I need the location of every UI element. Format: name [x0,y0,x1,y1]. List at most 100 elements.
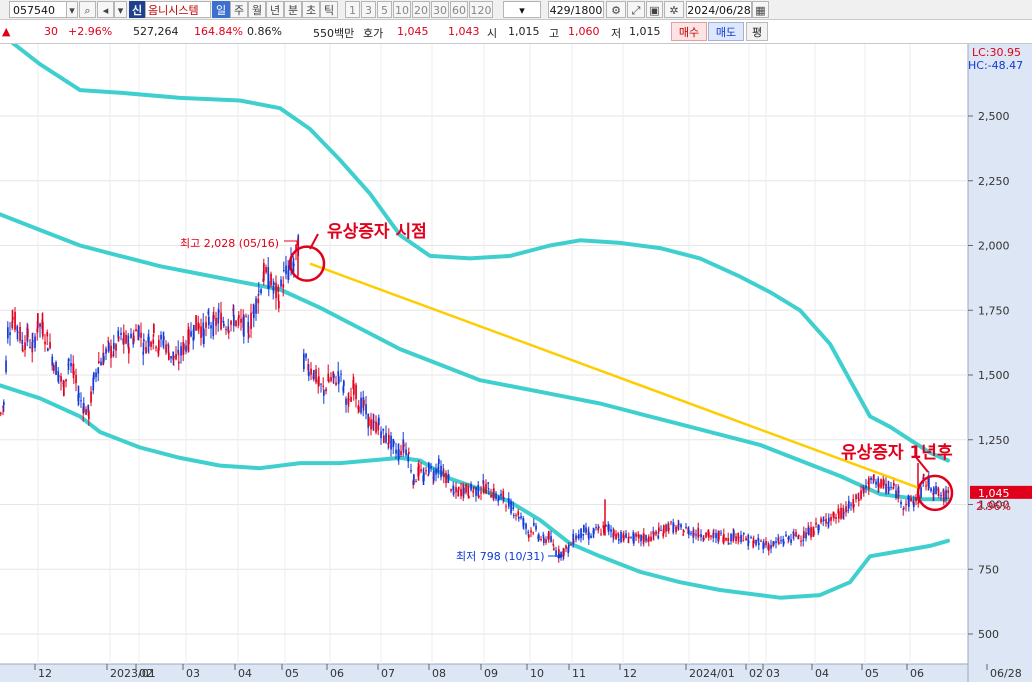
count-total: /1800 [570,4,603,17]
stock-code-input[interactable]: 057540 [9,1,67,18]
interval-tab-1[interactable]: 1 [345,1,360,18]
x-tick-label-5: 05 [285,667,299,680]
toolbar-grip [1,1,8,18]
ask-price-1: 1,045 [397,25,429,38]
high-price: 1,060 [568,25,600,38]
y-tick-label-4: 1,500 [978,369,1010,382]
candle-524 [880,478,882,489]
y-tick-label-8: 500 [978,628,999,641]
speaker-icon[interactable]: ◂ [97,1,114,18]
gear-icon[interactable]: ✲ [664,1,684,18]
high-label: 고 [549,27,560,40]
x-tick-label-7: 07 [381,667,395,680]
x-tick-label-18: 06 [910,667,924,680]
min-price-label: 최저 798 (10/31) [456,550,545,563]
y-tick-label-7: 750 [978,563,999,576]
interval-custom-input[interactable]: ▾ [503,1,541,18]
max-price-label: 최고 2,028 (05/16) [180,237,279,250]
candle-419 [705,532,707,539]
volume-ratio: 164.84% [194,25,243,38]
lc-label: LC:30.95 [972,46,1021,59]
open-label: 시 [487,27,498,40]
quote-info-bar: ▲ 30 +2.96% 527,264 164.84% 0.86% 550백만 … [0,20,1032,44]
low-label: 저 [611,27,622,40]
hc-label: HC:-48.47 [968,59,1023,72]
candle-161 [270,271,272,288]
period-tab-3[interactable]: 년 [266,1,284,18]
search-icon[interactable]: ⌕ [79,1,96,18]
period-tab-0[interactable]: 일 [212,1,230,18]
y-tick-label-5: 1,250 [978,434,1010,447]
dropdown-arrow-icon[interactable]: ▾ [66,1,78,18]
x-tick-label-11: 11 [572,667,586,680]
x-tick-label-10: 10 [530,667,544,680]
settings-tools-icon[interactable]: ⚙ [606,1,626,18]
stock-name[interactable]: 옴니시스템 [145,1,211,18]
toolbar: 057540 ▾ ⌕ ◂ ▾ 신 옴니시스템 일주월년분초틱 1 3 5 10 20 30… [0,0,1032,20]
x-tick-label-16: 04 [815,667,829,680]
candle-368 [620,530,622,544]
candle-37 [63,380,65,397]
period-tab-4[interactable]: 분 [284,1,302,18]
trade-amount: 550백만 [313,27,355,40]
interval-tab-120[interactable]: 120 [469,1,493,18]
link-icon[interactable]: ⤢ [627,1,645,18]
y-tick-label-3: 1,750 [978,304,1010,317]
x-tick-label-2: 02 [139,667,153,680]
x-tick-label-4: 04 [238,667,252,680]
interval-tab-10[interactable]: 10 [393,1,411,18]
stock-tag: 신 [129,1,145,18]
date-input[interactable]: 2024/06/28 [686,1,752,18]
current-price-label: 1,045 [978,487,1010,500]
count-display[interactable]: 429/1800 [548,1,604,18]
volume: 527,264 [133,25,179,38]
candle-277 [468,495,470,499]
buy-button[interactable]: 매수 [671,22,707,41]
annotation-one-year-later: 유상증자 1년후 [841,443,953,463]
save-icon[interactable]: ▣ [646,1,663,18]
interval-tab-5[interactable]: 5 [377,1,392,18]
price-change: 30 [44,25,58,38]
sell-button[interactable]: 매도 [708,22,744,41]
x-tick-label-8: 08 [432,667,446,680]
y-tick-label-0: 2,500 [978,110,1010,123]
flat-button[interactable]: 평 [746,22,768,41]
x-tick-label-9: 09 [484,667,498,680]
candle-253 [428,461,430,476]
x-tick-label-12: 12 [623,667,637,680]
x-tick-label-17: 05 [865,667,879,680]
interval-tab-30[interactable]: 30 [431,1,449,18]
candle-244 [413,473,415,486]
period-tab-5[interactable]: 초 [302,1,320,18]
ask-label: 호가 [363,27,384,40]
annotation-rights-offering: 유상증자 시점 [327,222,427,242]
turnover-ratio: 0.86% [247,25,282,38]
period-tab-6[interactable]: 틱 [320,1,338,18]
x-tick-label-0: 12 [38,667,52,680]
interval-tab-20[interactable]: 20 [412,1,430,18]
interval-tab-3[interactable]: 3 [361,1,376,18]
candle-116 [195,315,197,331]
price-chart[interactable]: 2,5002,2502,0001,7501,5001,2501,00075050… [0,44,1032,682]
period-tab-2[interactable]: 월 [248,1,266,18]
x-tick-label-15: 03 [766,667,780,680]
up-arrow-icon: ▲ [2,25,11,38]
candle-226 [383,434,385,444]
count-value: 429 [549,4,571,17]
x-tick-label-3: 03 [186,667,200,680]
chevron-down-icon[interactable]: ▾ [114,1,127,18]
interval-tab-60[interactable]: 60 [450,1,468,18]
calendar-icon[interactable]: ▦ [752,1,769,18]
x-tick-label-14: 02 [749,667,763,680]
candle-217 [368,416,370,427]
price-change-pct: +2.96% [68,25,113,38]
open-price: 1,015 [508,25,540,38]
x-tick-label-6: 06 [330,667,344,680]
candle-346 [583,524,585,533]
x-tick-label-19: 06/28 [990,667,1022,680]
y-axis-panel [968,44,1032,682]
period-tab-1[interactable]: 주 [230,1,248,18]
y-tick-label-1: 2,250 [978,175,1010,188]
current-change-label: 2.96% [976,500,1011,513]
x-tick-label-13: 2024/01 [689,667,735,680]
